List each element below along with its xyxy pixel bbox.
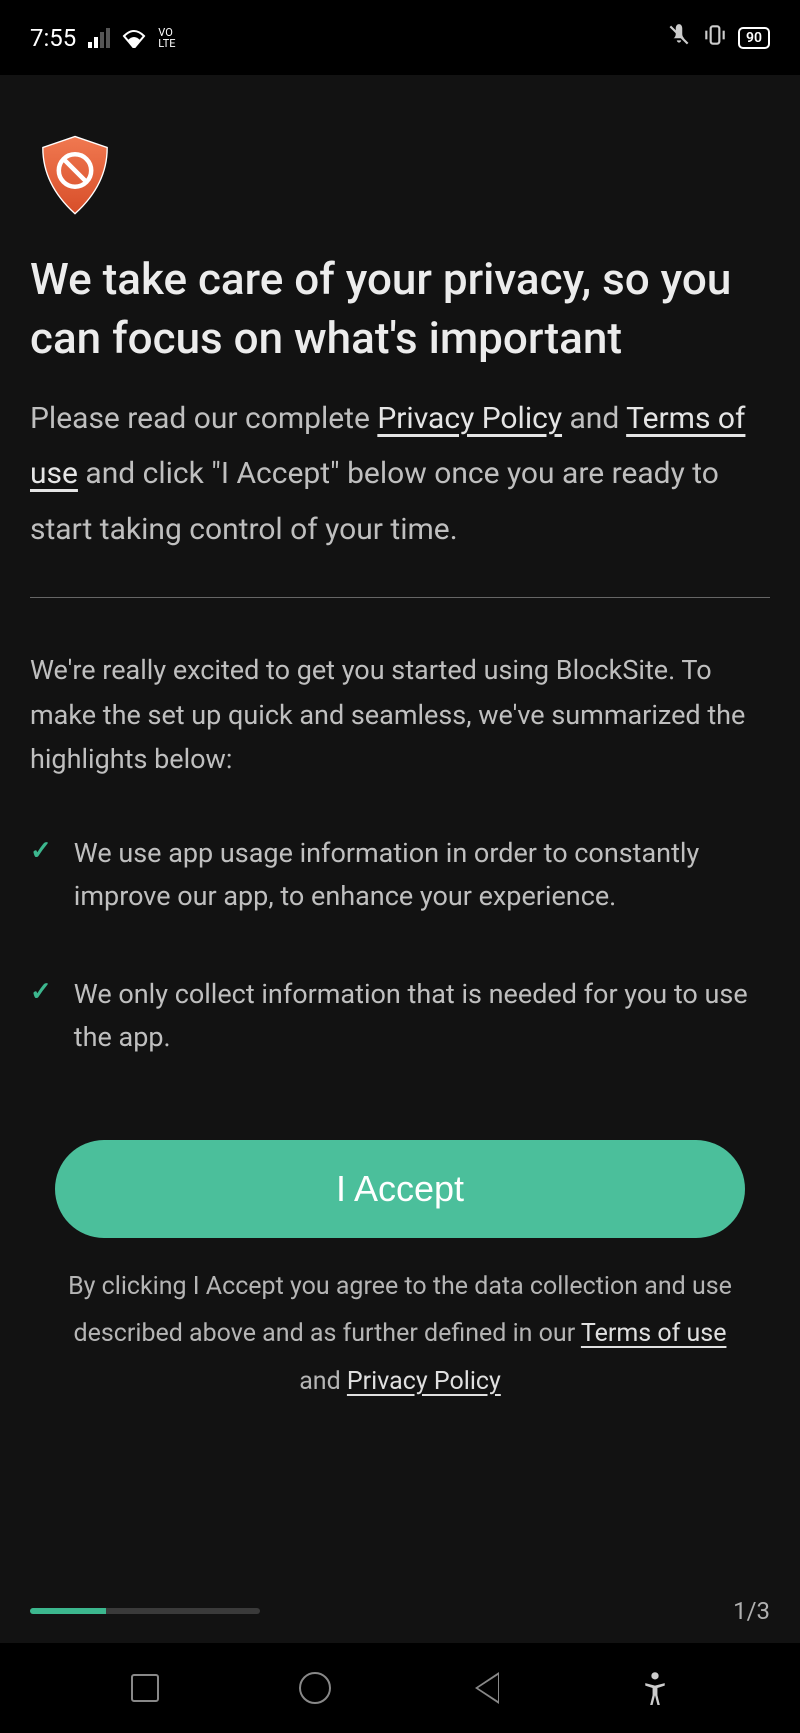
recent-apps-button[interactable] bbox=[125, 1668, 165, 1708]
back-button[interactable] bbox=[465, 1668, 505, 1708]
intro-paragraph: Please read our complete Privacy Policy … bbox=[30, 391, 770, 558]
check-icon: ✓ bbox=[30, 836, 52, 866]
bullet-item: ✓ We only collect information that is ne… bbox=[30, 973, 770, 1059]
progress-row: 1/3 bbox=[0, 1597, 800, 1625]
home-button[interactable] bbox=[295, 1668, 335, 1708]
navigation-bar bbox=[0, 1643, 800, 1733]
onboarding-screen: We take care of your privacy, so you can… bbox=[0, 75, 800, 1655]
bullet-text: We use app usage information in order to… bbox=[74, 832, 770, 918]
bullet-text: We only collect information that is need… bbox=[74, 973, 770, 1059]
accept-button[interactable]: I Accept bbox=[55, 1140, 745, 1238]
progress-fill bbox=[30, 1608, 106, 1614]
page-title: We take care of your privacy, so you can… bbox=[30, 250, 770, 369]
mute-icon bbox=[666, 22, 692, 54]
bullet-item: ✓ We use app usage information in order … bbox=[30, 832, 770, 918]
progress-bar bbox=[30, 1608, 260, 1614]
privacy-policy-link[interactable]: Privacy Policy bbox=[377, 401, 562, 436]
privacy-policy-link-footer[interactable]: Privacy Policy bbox=[347, 1367, 501, 1396]
accessibility-icon[interactable] bbox=[635, 1668, 675, 1708]
volte-icon: VO LTE bbox=[158, 27, 175, 49]
check-icon: ✓ bbox=[30, 977, 52, 1007]
divider bbox=[30, 597, 770, 598]
clock: 7:55 bbox=[30, 24, 76, 52]
vibrate-icon bbox=[702, 22, 728, 54]
terms-of-use-link-footer[interactable]: Terms of use bbox=[581, 1319, 727, 1348]
page-counter: 1/3 bbox=[733, 1597, 770, 1625]
summary-text: We're really excited to get you started … bbox=[30, 648, 770, 782]
battery-icon: 90 bbox=[738, 27, 770, 49]
accept-section: I Accept By clicking I Accept you agree … bbox=[30, 1140, 770, 1406]
status-bar: 7:55 VO LTE 90 bbox=[0, 0, 800, 75]
status-left: 7:55 VO LTE bbox=[30, 24, 176, 52]
signal-icon bbox=[88, 28, 110, 48]
shield-block-icon bbox=[30, 130, 120, 220]
status-right: 90 bbox=[666, 22, 770, 54]
wifi-icon bbox=[122, 28, 146, 48]
disclaimer-text: By clicking I Accept you agree to the da… bbox=[30, 1263, 770, 1406]
